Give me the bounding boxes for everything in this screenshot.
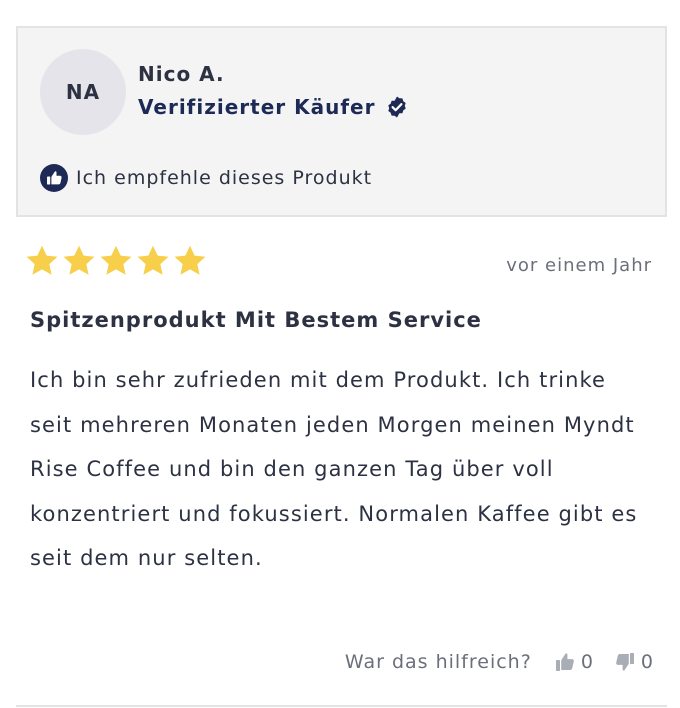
helpful-section: War das hilfreich? 0 0 bbox=[345, 651, 654, 673]
check-badge-icon bbox=[388, 96, 407, 118]
vote-up-button[interactable]: 0 bbox=[554, 651, 594, 673]
star-icon bbox=[174, 245, 206, 275]
recommendation: Ich empfehle dieses Produkt bbox=[40, 164, 372, 192]
star-icon bbox=[137, 245, 169, 275]
star-rating bbox=[24, 243, 208, 279]
vote-up-count: 0 bbox=[580, 651, 594, 673]
recommend-text: Ich empfehle dieses Produkt bbox=[76, 167, 373, 189]
verified-label: Verifizierter Käufer bbox=[138, 95, 376, 119]
divider bbox=[16, 705, 667, 707]
reviewer-card: NA Nico A. Verifizierter Käufer Ich empf… bbox=[16, 26, 667, 217]
thumbs-up-icon bbox=[555, 653, 574, 671]
avatar: NA bbox=[40, 49, 126, 135]
vote-down-count: 0 bbox=[640, 651, 654, 673]
verified-badge: Verifizierter Käufer bbox=[138, 95, 409, 119]
review-date: vor einem Jahr bbox=[506, 255, 652, 276]
vote-down-button[interactable]: 0 bbox=[614, 651, 654, 673]
star-icon bbox=[63, 245, 95, 275]
star-icon bbox=[100, 245, 132, 275]
thumbs-down-icon bbox=[616, 653, 634, 671]
review-body: Ich bin sehr zufrieden mit dem Produkt. … bbox=[30, 368, 638, 570]
thumbs-up-circle-icon bbox=[40, 164, 68, 192]
review-title: Spitzenprodukt Mit Bestem Service bbox=[30, 308, 482, 332]
reviewer-name: Nico A. bbox=[138, 62, 225, 86]
star-icon bbox=[26, 245, 58, 275]
helpful-label: War das hilfreich? bbox=[344, 651, 532, 673]
